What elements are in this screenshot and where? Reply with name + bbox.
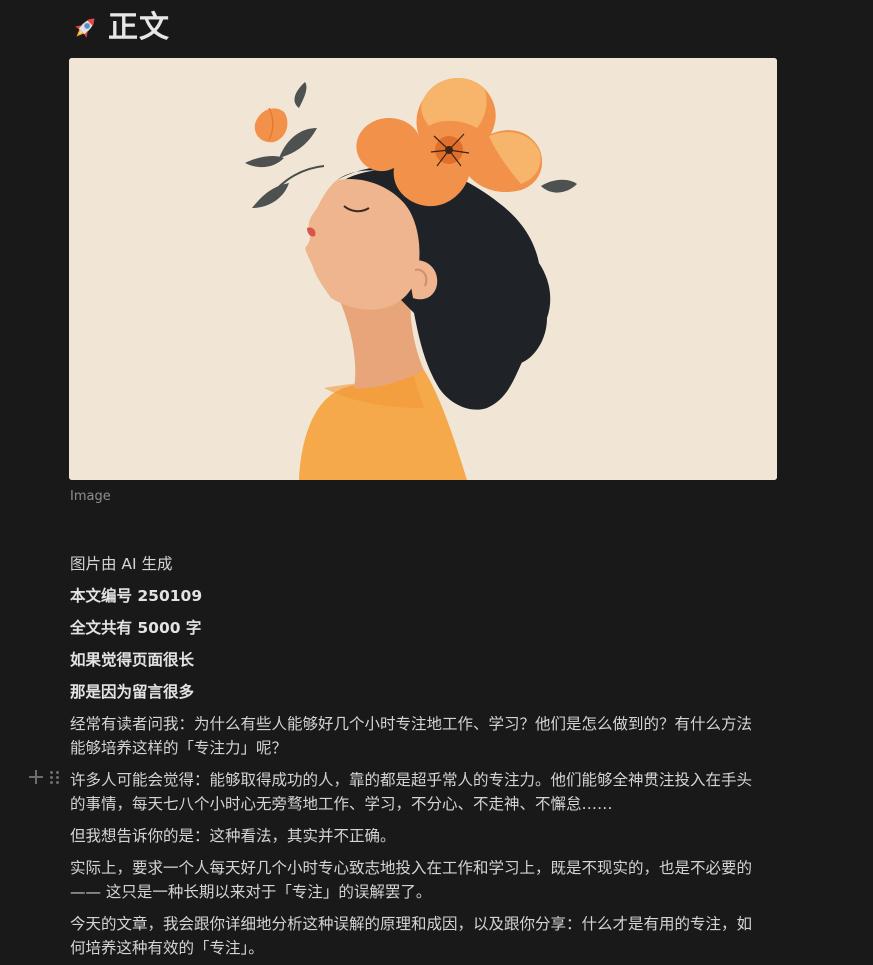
- woman-with-flower-illustration: [69, 58, 777, 480]
- paragraph-many-comments[interactable]: 那是因为留言很多: [70, 677, 782, 709]
- paragraph-line: 经常有读者问我：为什么有些人能够好几个小时专注地工作、学习？他们是怎么做到的？有…: [70, 715, 753, 733]
- drag-handle-icon[interactable]: [50, 769, 60, 785]
- paragraph-line: 实际上，要求一个人每天好几个小时专心致志地投入在工作和学习上，既是不现实的，也是…: [70, 859, 753, 877]
- page: 正文 Image 图片由 AI 生成 本文编号 250109 全文共有 5000…: [0, 0, 873, 964]
- block-handle[interactable]: [28, 769, 60, 785]
- page-title-row: 正文: [70, 8, 170, 48]
- paragraph-line: 能够培养这样的「专注力」呢？: [70, 739, 288, 757]
- paragraph-common-belief[interactable]: 许多人可能会觉得：能够取得成功的人，靠的都是超乎常人的专注力。他们能够全神贯注投…: [70, 765, 782, 821]
- paragraph-disagree[interactable]: 但我想告诉你的是：这种看法，其实并不正确。: [70, 821, 782, 853]
- paragraph-line: 许多人可能会觉得：能够取得成功的人，靠的都是超乎常人的专注力。他们能够全神贯注投…: [70, 771, 753, 789]
- paragraph-article-number[interactable]: 本文编号 250109: [70, 581, 782, 613]
- paragraph-reader-question[interactable]: 经常有读者问我：为什么有些人能够好几个小时专注地工作、学习？他们是怎么做到的？有…: [70, 709, 782, 765]
- paragraph-line: 的事情，每天七八个小时心无旁骛地工作、学习，不分心、不走神、不懈怠……: [70, 795, 613, 813]
- paragraph-ai-note[interactable]: 图片由 AI 生成: [70, 549, 782, 581]
- page-title[interactable]: 正文: [108, 8, 170, 48]
- paragraph-article-intro[interactable]: 今天的文章，我会跟你详细地分析这种误解的原理和成因，以及跟你分享：什么才是有用的…: [70, 909, 782, 965]
- image-caption[interactable]: Image: [70, 488, 111, 506]
- paragraph-line: 今天的文章，我会跟你详细地分析这种误解的原理和成因，以及跟你分享：什么才是有用的…: [70, 915, 753, 933]
- rocket-icon: [70, 13, 100, 43]
- paragraph-word-count[interactable]: 全文共有 5000 字: [70, 613, 782, 645]
- cover-image[interactable]: [69, 58, 777, 480]
- plus-icon[interactable]: [28, 769, 44, 785]
- paragraph-line: —— 这只是一种长期以来对于「专注」的误解罢了。: [70, 883, 432, 901]
- paragraph-page-long[interactable]: 如果觉得页面很长: [70, 645, 782, 677]
- paragraph-line: 何培养这种有效的「专注」。: [70, 939, 264, 957]
- paragraph-misunderstanding[interactable]: 实际上，要求一个人每天好几个小时专心致志地投入在工作和学习上，既是不现实的，也是…: [70, 853, 782, 909]
- article-body: 图片由 AI 生成 本文编号 250109 全文共有 5000 字 如果觉得页面…: [70, 549, 782, 965]
